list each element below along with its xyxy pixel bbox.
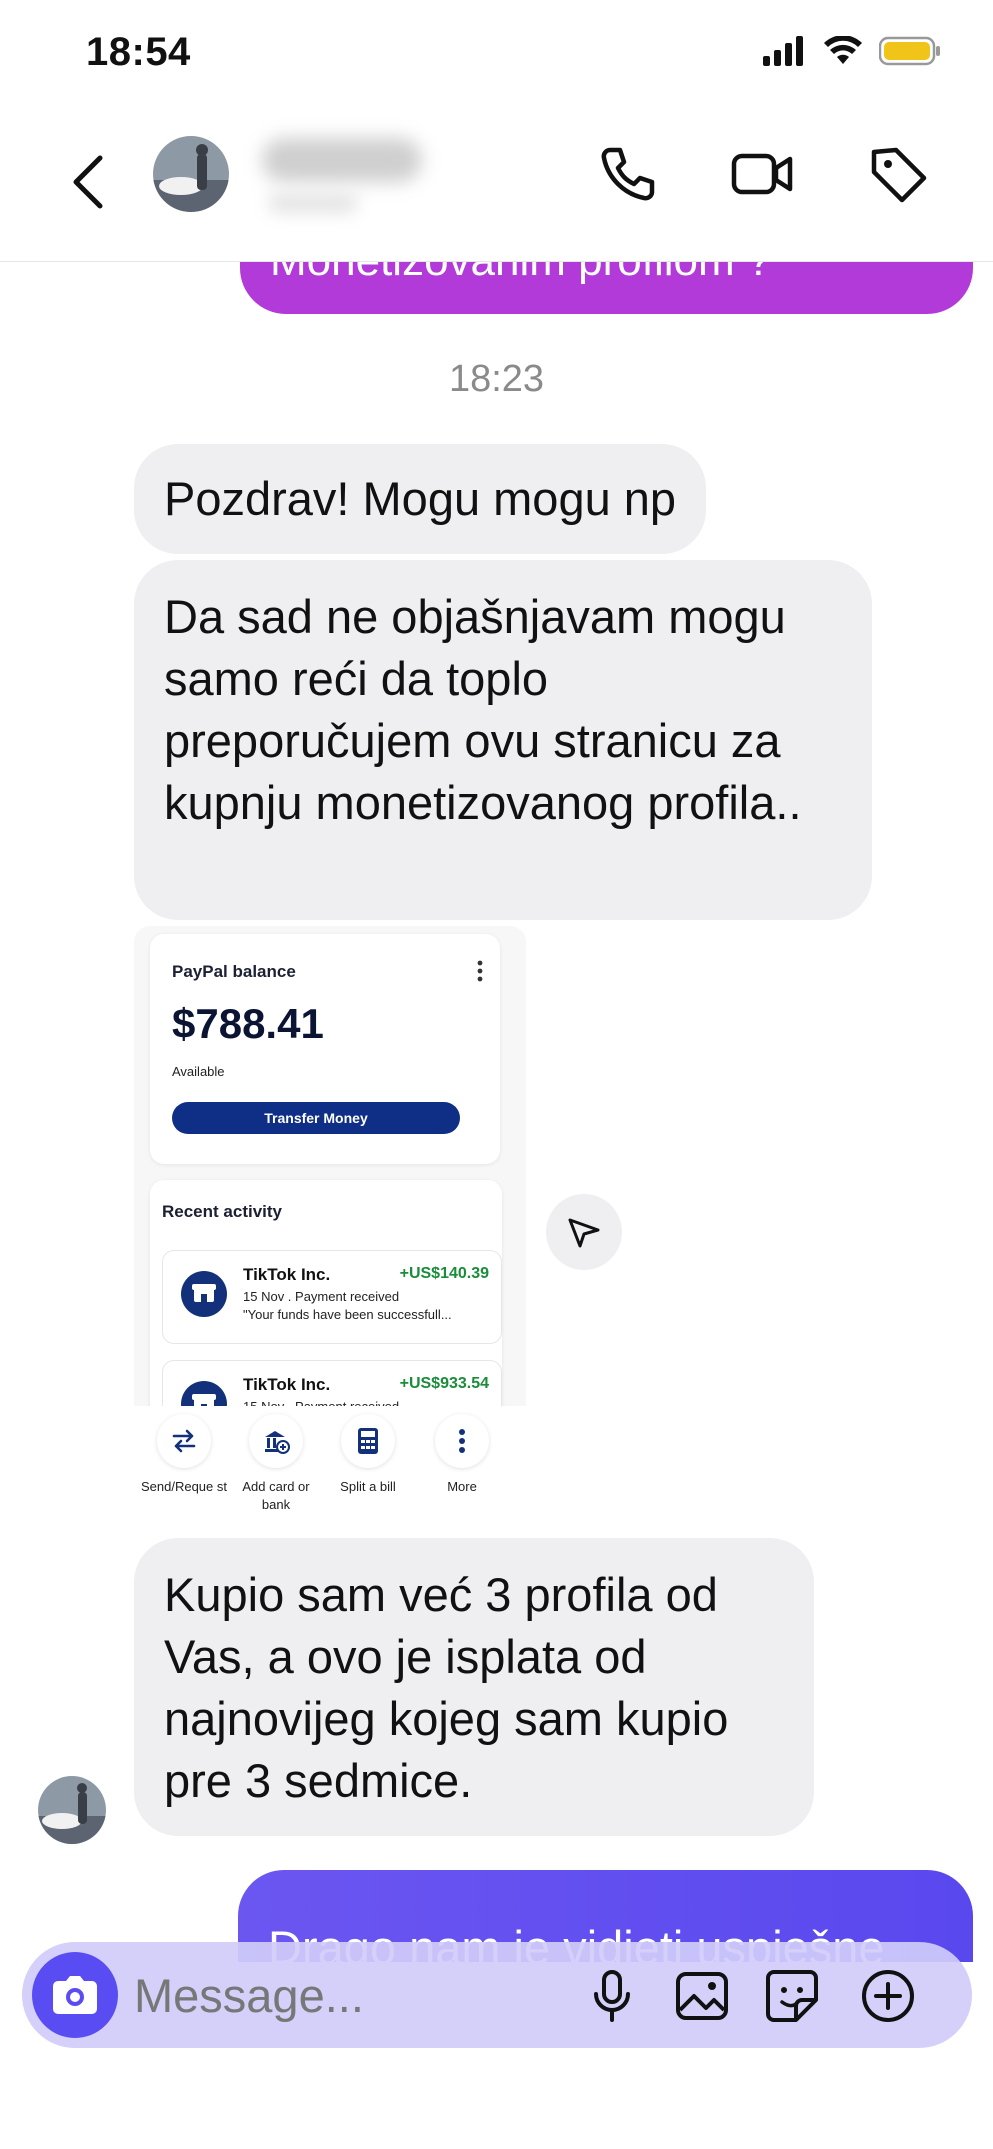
contact-subtitle [268,192,358,214]
sender-avatar[interactable] [38,1776,106,1844]
send-paper-plane-icon [568,1218,600,1248]
gallery-icon[interactable] [672,1966,732,2026]
add-icon[interactable] [858,1966,918,2026]
status-icons [763,36,941,66]
shared-screenshot-image[interactable]: PayPal balance $788.41 Available Transfe… [134,926,526,1526]
outgoing-message-bubble[interactable]: Monetizovanim profilom ? [240,262,973,314]
message-input[interactable] [134,1966,454,2024]
quick-actions-bar: Send/Reque st Add card or bank Split a b… [134,1406,526,1526]
sticker-icon[interactable] [762,1966,822,2026]
paypal-available-label: Available [172,1064,225,1079]
activity-date: 15 Nov . Payment received [243,1289,400,1304]
activity-note: "Your funds have been successfull... [243,1307,452,1322]
contact-name[interactable] [262,138,422,182]
message-timestamp: 18:23 [448,358,545,400]
contact-avatar[interactable] [153,136,229,212]
activity-name: TikTok Inc. [243,1375,331,1394]
store-icon [181,1271,227,1317]
quick-action-split-bill: Split a bill [322,1414,414,1496]
wifi-icon [824,36,862,64]
quick-action-label: More [447,1479,477,1494]
incoming-message-bubble[interactable]: Pozdrav! Mogu mogu np [134,444,707,554]
quick-action-label: Send/Reque st [140,1479,227,1494]
status-bar: 18:54 [0,0,993,110]
quick-action-label: Add card or bank [242,1479,310,1512]
swap-icon [172,1429,196,1453]
quick-action-label: Split a bill [340,1479,396,1494]
incoming-message-bubble[interactable]: Kupio sam već 3 profila od Vas, a ovo je… [134,1538,814,1836]
more-vertical-icon [459,1429,465,1453]
activity-amount: +US$933.54 [399,1375,489,1392]
quick-action-send: Send/Reque st [138,1414,230,1496]
more-vertical-icon [477,960,483,982]
chat-header [0,110,993,262]
bank-icon [265,1431,290,1454]
signal-icon [763,36,803,66]
phone-icon[interactable] [596,142,660,206]
back-chevron-icon[interactable] [66,150,110,214]
camera-icon [53,1976,97,2014]
microphone-icon[interactable] [582,1966,642,2026]
share-button[interactable] [546,1194,622,1270]
quick-action-more: More [416,1414,508,1496]
status-time: 18:54 [86,30,191,74]
chat-thread[interactable]: Monetizovanim profilom ? 18:23 Pozdrav! … [0,262,993,1962]
activity-row: TikTok Inc. +US$140.39 15 Nov . Payment … [162,1250,502,1344]
transfer-money-button: Transfer Money [172,1102,460,1134]
activity-name: TikTok Inc. [243,1265,331,1284]
quick-action-add-card: Add card or bank [230,1414,322,1514]
home-indicator-area [0,2080,993,2149]
tag-icon[interactable] [866,142,930,206]
recent-activity-title: Recent activity [162,1202,282,1221]
video-icon[interactable] [730,142,794,206]
paypal-balance-amount: $788.41 [172,1000,324,1047]
paypal-balance-card: PayPal balance $788.41 Available Transfe… [150,934,500,1164]
message-composer [22,1942,972,2048]
battery-icon [879,36,940,66]
paypal-balance-title: PayPal balance [172,962,296,981]
calculator-icon [358,1428,378,1454]
camera-button[interactable] [32,1952,118,2038]
activity-amount: +US$140.39 [399,1265,489,1282]
incoming-message-bubble[interactable]: Da sad ne objašnjavam mogu samo reći da … [134,560,872,920]
